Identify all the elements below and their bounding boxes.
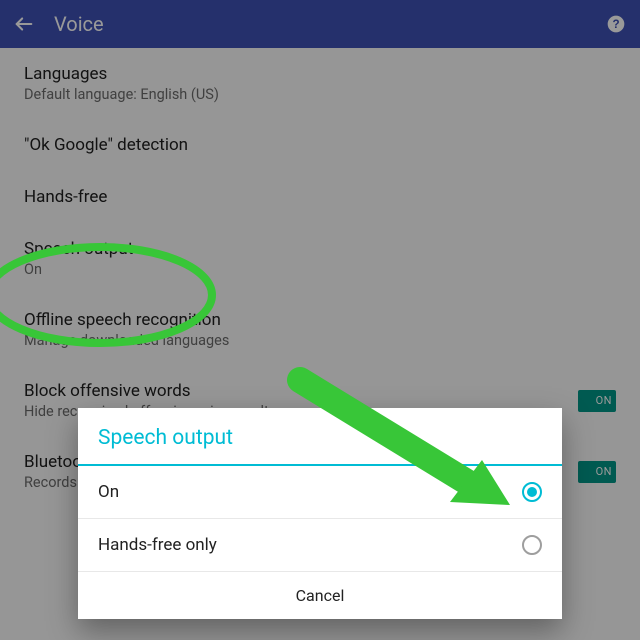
speech-output-dialog: Speech output On Hands-free only Cancel (78, 408, 562, 619)
option-label: On (98, 482, 522, 502)
voice-settings-screen: Voice ? Languages Default language: Engl… (0, 0, 640, 640)
dialog-option-hands-free-only[interactable]: Hands-free only (78, 519, 562, 572)
dialog-title: Speech output (78, 408, 562, 464)
radio-checked-icon[interactable] (522, 482, 542, 502)
dialog-cancel-button[interactable]: Cancel (78, 572, 562, 619)
option-label: Hands-free only (98, 535, 522, 555)
dialog-option-on[interactable]: On (78, 466, 562, 519)
radio-unchecked-icon[interactable] (522, 535, 542, 555)
